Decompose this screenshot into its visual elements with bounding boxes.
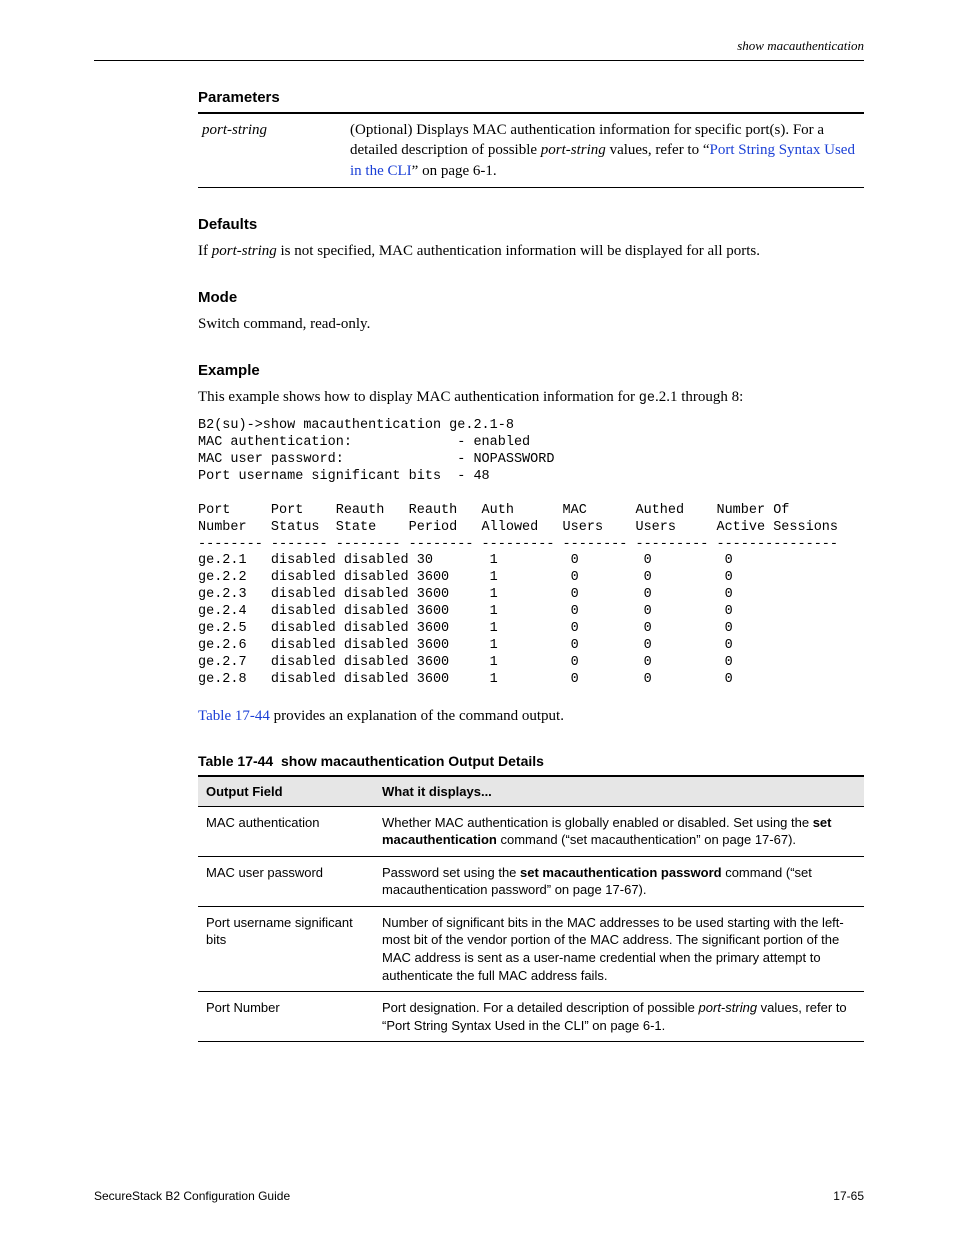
text: values, refer to “ xyxy=(606,142,710,158)
output-field: MAC authentication xyxy=(198,806,374,856)
text-italic: port-string xyxy=(699,1000,758,1015)
output-desc: Password set using the set macauthentica… xyxy=(374,856,864,906)
output-field: MAC user password xyxy=(198,856,374,906)
text: This example shows how to display MAC au… xyxy=(198,389,639,405)
heading-mode: Mode xyxy=(198,289,864,306)
param-name: port-string xyxy=(198,113,346,187)
text: is not specified, MAC authentication inf… xyxy=(277,243,760,259)
col-header-field: Output Field xyxy=(198,776,374,807)
running-head: show macauthentication xyxy=(94,38,864,54)
page-footer: SecureStack B2 Configuration Guide 17-65 xyxy=(94,1189,864,1203)
output-desc: Whether MAC authentication is globally e… xyxy=(374,806,864,856)
heading-example: Example xyxy=(198,362,864,379)
output-desc: Number of significant bits in the MAC ad… xyxy=(374,906,864,991)
text: Whether MAC authentication is globally e… xyxy=(382,815,813,830)
heading-defaults: Defaults xyxy=(198,216,864,233)
text: provides an explanation of the command o… xyxy=(270,708,564,724)
text-italic: port-string xyxy=(541,142,606,158)
text: command (“set macauthentication” on page… xyxy=(497,832,796,847)
text: .2.1 through 8: xyxy=(655,389,743,405)
text-italic: port-string xyxy=(212,243,277,259)
table-row: MAC user password Password set using the… xyxy=(198,856,864,906)
heading-parameters: Parameters xyxy=(198,89,864,106)
footer-right: 17-65 xyxy=(833,1189,864,1203)
mode-text: Switch command, read-only. xyxy=(198,314,864,334)
cli-output: B2(su)->show macauthentication ge.2.1-8 … xyxy=(198,418,864,688)
caption-text: show macauthentication Output Details xyxy=(281,753,544,769)
text-bold: set macauthentication password xyxy=(520,865,722,880)
table-row: Port username significant bits Number of… xyxy=(198,906,864,991)
text: Port designation. For a detailed descrip… xyxy=(382,1000,699,1015)
table-header-row: Output Field What it displays... xyxy=(198,776,864,807)
table-row: MAC authentication Whether MAC authentic… xyxy=(198,806,864,856)
output-desc: Port designation. For a detailed descrip… xyxy=(374,992,864,1042)
defaults-text: If port-string is not specified, MAC aut… xyxy=(198,241,864,261)
text-mono: ge xyxy=(639,391,655,406)
param-desc: (Optional) Displays MAC authentication i… xyxy=(346,113,864,187)
table-row: Port Number Port designation. For a deta… xyxy=(198,992,864,1042)
header-rule xyxy=(94,60,864,61)
text: Password set using the xyxy=(382,865,520,880)
caption-label: Table 17-44 xyxy=(198,753,273,769)
output-details-table: Output Field What it displays... MAC aut… xyxy=(198,775,864,1042)
text: If xyxy=(198,243,212,259)
output-field: Port Number xyxy=(198,992,374,1042)
text: ” on page 6-1. xyxy=(412,163,497,179)
footer-left: SecureStack B2 Configuration Guide xyxy=(94,1189,290,1203)
table-ref-link[interactable]: Table 17-44 xyxy=(198,708,270,724)
table-row: port-string (Optional) Displays MAC auth… xyxy=(198,113,864,187)
outro-text: Table 17-44 provides an explanation of t… xyxy=(198,706,864,726)
output-field: Port username significant bits xyxy=(198,906,374,991)
text: Number of significant bits in the MAC ad… xyxy=(382,915,844,983)
table-caption: Table 17-44 show macauthentication Outpu… xyxy=(198,753,864,769)
parameters-table: port-string (Optional) Displays MAC auth… xyxy=(198,112,864,188)
example-intro: This example shows how to display MAC au… xyxy=(198,387,864,408)
col-header-desc: What it displays... xyxy=(374,776,864,807)
